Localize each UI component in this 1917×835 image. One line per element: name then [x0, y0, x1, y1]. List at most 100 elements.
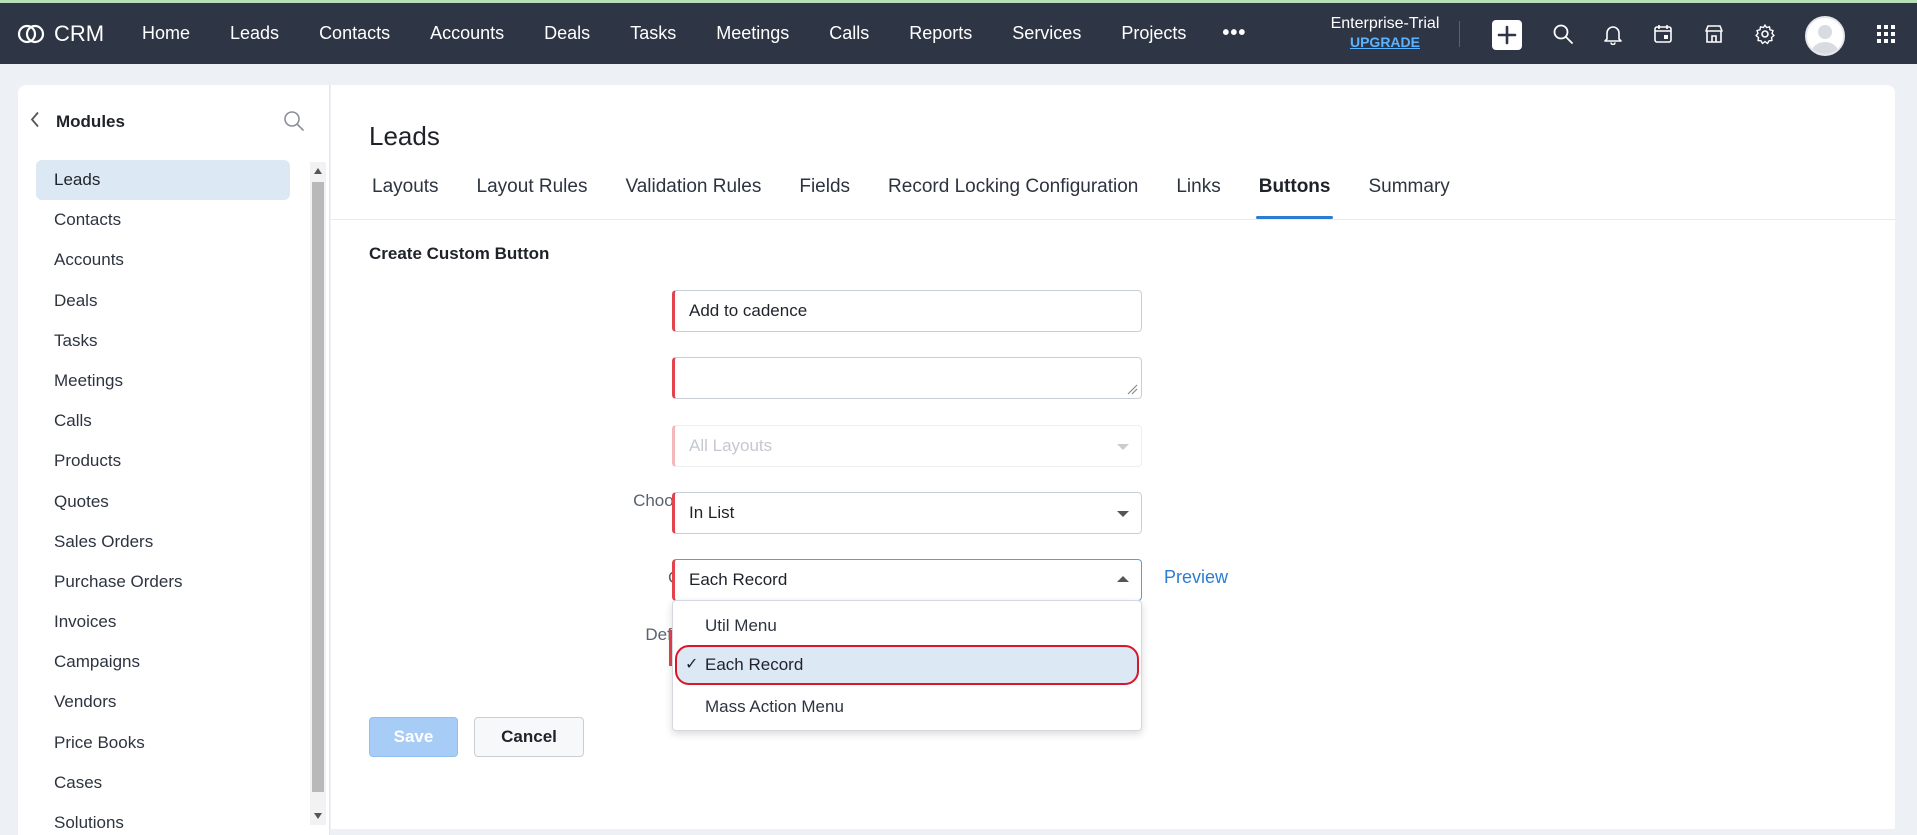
create-new-button[interactable] [1492, 20, 1522, 50]
nav-projects[interactable]: Projects [1101, 23, 1206, 44]
store-icon [1705, 25, 1723, 43]
sidebar-item-meetings[interactable]: Meetings [36, 361, 290, 401]
user-avatar[interactable] [1805, 16, 1845, 56]
tab-layouts[interactable]: Layouts [369, 173, 442, 219]
edition-label: Enterprise-Trial [1330, 15, 1440, 32]
position-select[interactable]: Each Record [672, 559, 1142, 601]
sidebar-item-calls[interactable]: Calls [36, 401, 290, 441]
nav-leads[interactable]: Leads [210, 23, 299, 44]
calendar-button[interactable] [1648, 19, 1678, 49]
button-name-input[interactable]: Add to cadence [672, 290, 1142, 332]
sidebar-item-campaigns[interactable]: Campaigns [36, 642, 290, 682]
sidebar-item-price-books[interactable]: Price Books [36, 723, 290, 763]
save-button[interactable]: Save [369, 717, 458, 757]
sidebar-item-quotes[interactable]: Quotes [36, 482, 290, 522]
sidebar-item-deals[interactable]: Deals [36, 281, 290, 321]
search-icon [284, 111, 304, 131]
description-textarea[interactable] [672, 357, 1142, 399]
module-tabs: Layouts Layout Rules Validation Rules Fi… [369, 173, 1485, 219]
layouts-value: All Layouts [689, 436, 773, 455]
preview-link[interactable]: Preview [1164, 567, 1228, 588]
notifications-button[interactable] [1598, 19, 1628, 49]
sidebar-title: Modules [56, 112, 125, 131]
position-dropdown: Util Menu ✓ Each Record Mass Action Menu [672, 600, 1142, 731]
resize-handle-icon[interactable] [1126, 383, 1138, 395]
chevron-down-icon [1117, 444, 1129, 450]
layouts-select: All Layouts [672, 425, 1142, 467]
plus-icon [1497, 25, 1517, 45]
sidebar-search-button[interactable] [282, 109, 306, 138]
sidebar-scrollbar[interactable] [310, 162, 326, 825]
settings-button[interactable] [1750, 19, 1780, 49]
tab-fields[interactable]: Fields [796, 173, 853, 219]
sidebar-item-vendors[interactable]: Vendors [36, 682, 290, 722]
nav-accounts[interactable]: Accounts [410, 23, 524, 44]
brand-name: CRM [54, 21, 105, 46]
crm-logo[interactable]: CRM [16, 21, 104, 47]
tab-record-locking[interactable]: Record Locking Configuration [885, 173, 1141, 219]
cancel-button[interactable]: Cancel [474, 717, 584, 757]
scroll-thumb[interactable] [312, 182, 324, 792]
apps-button[interactable] [1871, 19, 1901, 49]
module-list: Leads Contacts Accounts Deals Tasks Meet… [36, 160, 290, 835]
position-value: Each Record [689, 570, 788, 589]
option-util-menu[interactable]: Util Menu [673, 606, 1141, 646]
more-menu-button[interactable]: ••• [1206, 22, 1262, 45]
section-title: Create Custom Button [369, 244, 550, 263]
modules-sidebar: Modules Leads Contacts Accounts Deals Ta… [18, 85, 330, 835]
scroll-down-arrow[interactable] [314, 813, 322, 819]
nav-tasks[interactable]: Tasks [610, 23, 696, 44]
upgrade-link[interactable]: UPGRADE [1320, 33, 1450, 51]
nav-deals[interactable]: Deals [524, 23, 610, 44]
sidebar-item-cases[interactable]: Cases [36, 763, 290, 803]
sidebar-item-purchase-orders[interactable]: Purchase Orders [36, 562, 290, 602]
tab-summary[interactable]: Summary [1365, 173, 1452, 219]
main-panel: Leads Layouts Layout Rules Validation Ru… [331, 85, 1895, 829]
page-value: In List [689, 503, 735, 522]
sidebar-item-accounts[interactable]: Accounts [36, 240, 290, 280]
sidebar-item-contacts[interactable]: Contacts [36, 200, 290, 240]
edition-info: Enterprise-Trial UPGRADE [1320, 15, 1450, 51]
nav-calls[interactable]: Calls [809, 23, 889, 44]
crm-logo-icon [17, 24, 45, 44]
nav-meetings[interactable]: Meetings [696, 23, 809, 44]
grid-icon [1877, 25, 1895, 43]
chevron-up-icon [1117, 576, 1129, 582]
tab-links[interactable]: Links [1173, 173, 1223, 219]
search-button[interactable] [1548, 19, 1578, 49]
main-nav: Home Leads Contacts Accounts Deals Tasks… [122, 3, 1262, 64]
gear-icon [1755, 24, 1775, 45]
chevron-down-icon [1117, 511, 1129, 517]
sidebar-item-invoices[interactable]: Invoices [36, 602, 290, 642]
user-icon [1807, 18, 1843, 54]
nav-home[interactable]: Home [122, 23, 210, 44]
option-label: Each Record [705, 655, 804, 674]
sidebar-item-solutions[interactable]: Solutions [36, 803, 290, 835]
page-select[interactable]: In List [672, 492, 1142, 534]
search-icon [1553, 24, 1573, 44]
tab-validation-rules[interactable]: Validation Rules [622, 173, 764, 219]
tab-layout-rules[interactable]: Layout Rules [474, 173, 591, 219]
bell-icon [1604, 26, 1622, 45]
back-button[interactable] [28, 111, 42, 134]
nav-services[interactable]: Services [992, 23, 1101, 44]
sidebar-item-products[interactable]: Products [36, 441, 290, 481]
sidebar-item-sales-orders[interactable]: Sales Orders [36, 522, 290, 562]
sidebar-item-leads[interactable]: Leads [36, 160, 290, 201]
tab-divider [331, 219, 1895, 220]
scroll-up-arrow[interactable] [314, 168, 322, 174]
calendar-icon [1654, 25, 1672, 43]
sidebar-item-tasks[interactable]: Tasks [36, 321, 290, 361]
option-mass-action-menu[interactable]: Mass Action Menu [673, 687, 1141, 727]
sidebar-header: Modules [18, 85, 330, 145]
chevron-left-icon [30, 111, 39, 128]
marketplace-button[interactable] [1699, 19, 1729, 49]
checkmark-icon: ✓ [685, 656, 699, 673]
tab-buttons[interactable]: Buttons [1255, 173, 1334, 219]
option-each-record[interactable]: ✓ Each Record [675, 645, 1139, 685]
nav-contacts[interactable]: Contacts [299, 23, 410, 44]
nav-reports[interactable]: Reports [889, 23, 992, 44]
page-title: Leads [369, 121, 440, 151]
top-navigation-bar: CRM Home Leads Contacts Accounts Deals T… [0, 0, 1917, 64]
divider [1459, 21, 1460, 47]
